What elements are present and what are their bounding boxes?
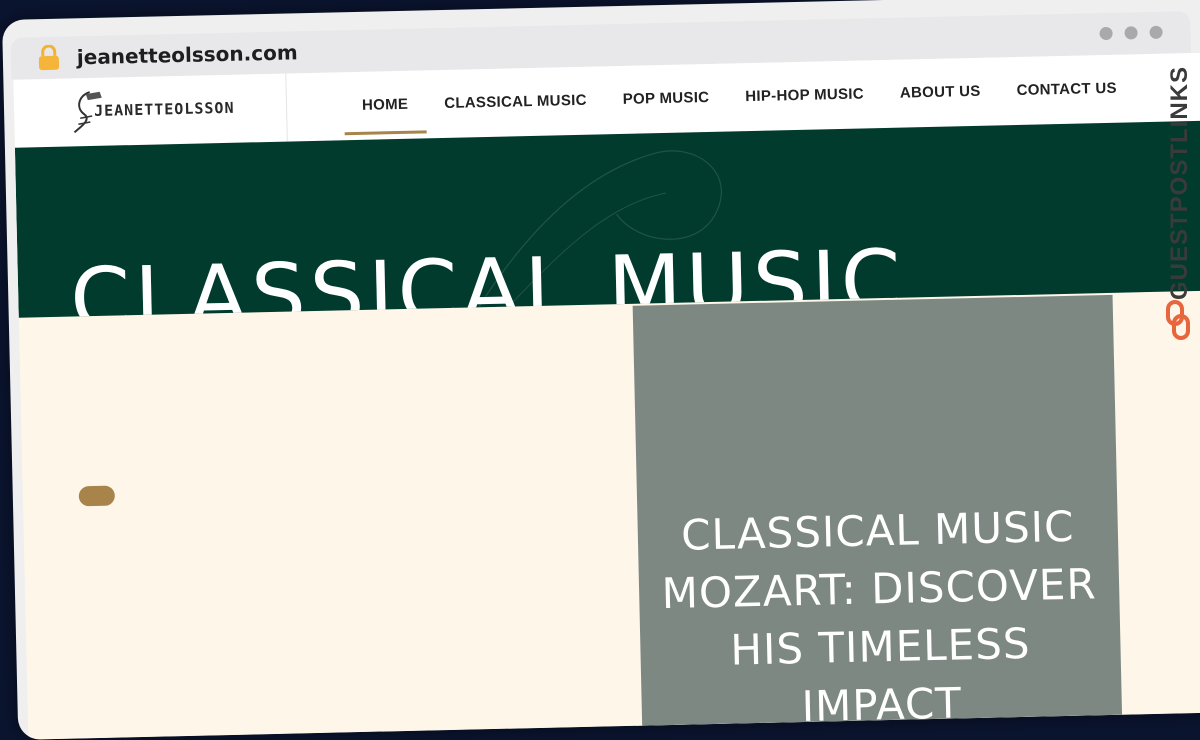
- nav-contact-us[interactable]: CONTACT US: [998, 76, 1135, 119]
- window-dot-icon[interactable]: [1149, 25, 1163, 39]
- logo-text: JEANETTEOLSSON: [93, 98, 235, 120]
- guestpostlinks-watermark: GUESTPOSTLINKS: [1156, 50, 1200, 360]
- window-dot-icon[interactable]: [1099, 26, 1113, 41]
- site-logo[interactable]: JEANETTEOLSSON: [70, 85, 235, 137]
- featured-post-title[interactable]: CLASSICAL MUSIC MOZART: DISCOVER HIS TIM…: [637, 497, 1122, 740]
- nav-pop-music[interactable]: POP MUSIC: [604, 86, 727, 129]
- nav-about-us[interactable]: ABOUT US: [882, 79, 1000, 122]
- lock-icon: [38, 44, 60, 71]
- window-controls: [1099, 25, 1163, 41]
- window-dot-icon[interactable]: [1124, 26, 1138, 40]
- header-divider: [285, 73, 288, 142]
- nav-classical-music[interactable]: CLASSICAL MUSIC: [426, 88, 605, 132]
- chain-link-icon: [1166, 300, 1190, 340]
- website-viewport: JEANETTEOLSSON HOME CLASSICAL MUSIC POP …: [13, 52, 1200, 740]
- browser-window: jeanetteolsson.com JEANETTEOLSSON HOME C…: [2, 0, 1200, 740]
- category-pill[interactable]: [78, 485, 116, 507]
- nav-home[interactable]: HOME: [344, 92, 427, 134]
- hero-banner: CLASSICAL MUSIC: [14, 120, 1200, 318]
- url-text[interactable]: jeanetteolsson.com: [77, 40, 298, 69]
- featured-post-card[interactable]: CLASSICAL MUSIC MOZART: DISCOVER HIS TIM…: [632, 294, 1123, 740]
- nav-hip-hop-music[interactable]: HIP-HOP MUSIC: [727, 82, 883, 125]
- content-area: CLASSICAL MUSIC MOZART: DISCOVER HIS TIM…: [19, 291, 1200, 740]
- watermark-text: GUESTPOSTLINKS: [1166, 65, 1193, 300]
